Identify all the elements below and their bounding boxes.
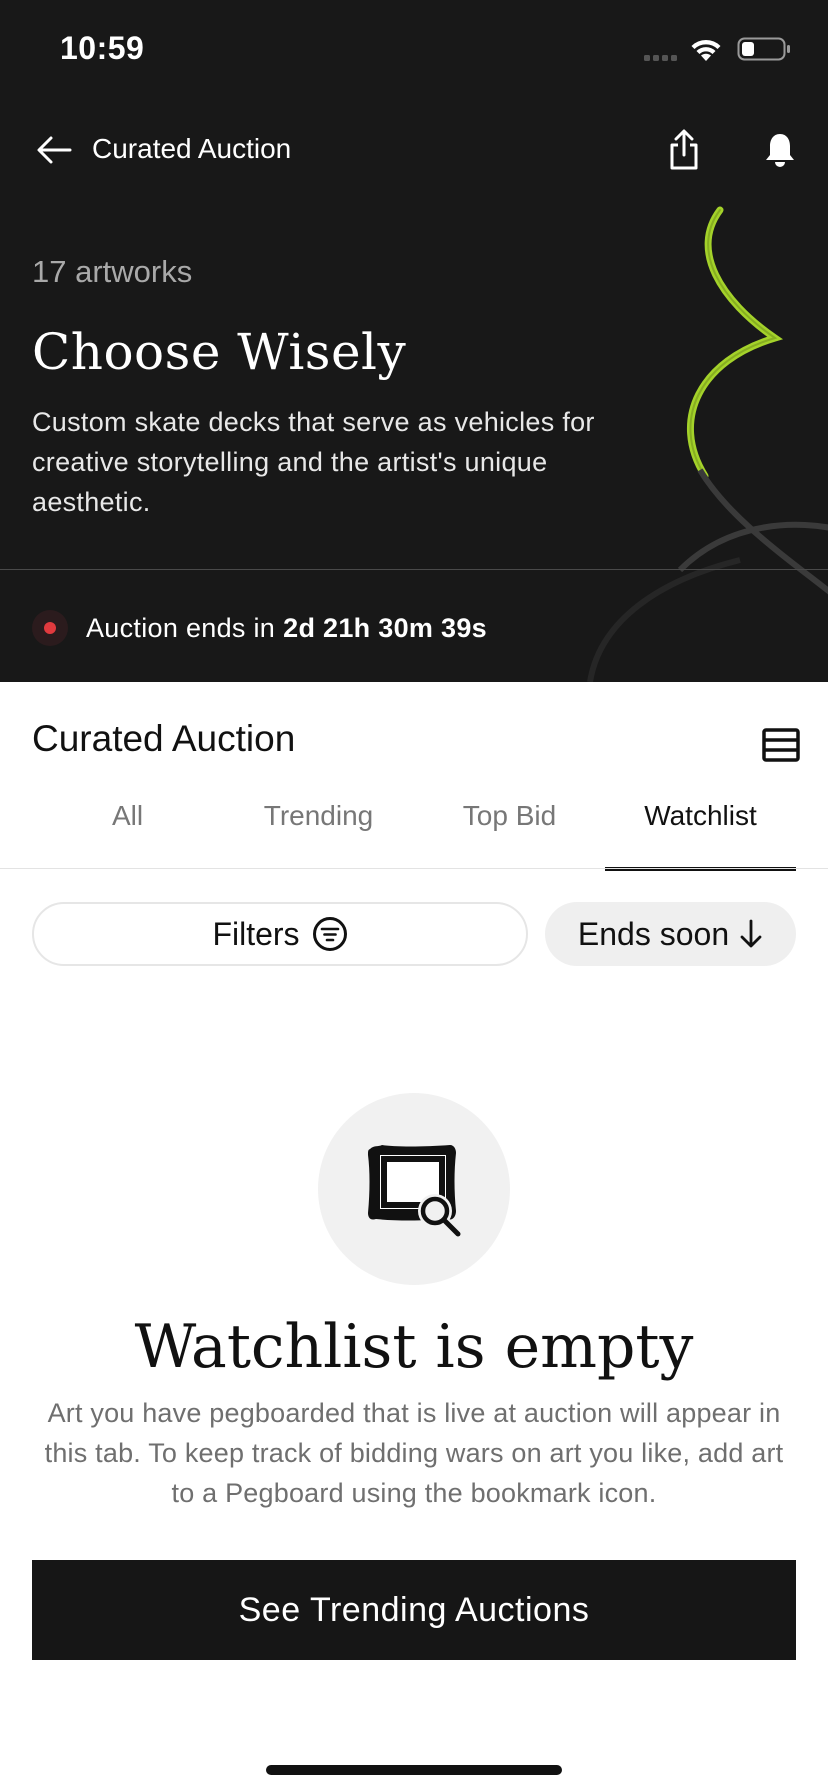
auction-tabs: All Trending Top Bid Watchlist [32, 786, 796, 871]
auction-description: Custom skate decks that serve as vehicle… [32, 407, 595, 517]
nav-title: Curated Auction [92, 133, 292, 164]
nav-bar: Curated Auction [0, 118, 828, 182]
status-time: 10:59 [60, 30, 145, 66]
countdown-label: Auction ends in [86, 612, 276, 643]
arrow-down-icon [740, 919, 762, 948]
signal-icon [644, 55, 677, 61]
arrow-left-icon [37, 136, 72, 164]
sort-button[interactable]: Ends soon [545, 902, 796, 966]
back-button[interactable] [32, 130, 76, 170]
status-icons [644, 37, 790, 61]
notification-button[interactable] [756, 128, 804, 172]
hero-divider [0, 569, 828, 570]
filter-icon [312, 917, 347, 951]
tab-all[interactable]: All [32, 786, 223, 870]
empty-state-title: Watchlist is empty [134, 1312, 694, 1382]
tabs-divider [0, 868, 828, 869]
section-title: Curated Auction [32, 718, 296, 759]
battery-icon [737, 37, 790, 61]
live-dot-icon [32, 610, 68, 646]
share-icon [670, 129, 698, 170]
wifi-icon [691, 39, 721, 61]
empty-state-icon-circle [318, 1093, 510, 1285]
filters-label: Filters [212, 915, 300, 952]
auction-countdown: Auction ends in 2d 21h 30m 39s [32, 604, 487, 652]
frame-search-icon [368, 1145, 461, 1237]
tab-trending[interactable]: Trending [223, 786, 414, 870]
view-toggle-button[interactable] [758, 722, 804, 768]
cta-label: See Trending Auctions [238, 1590, 590, 1629]
tab-top-bid[interactable]: Top Bid [414, 786, 605, 870]
list-view-icon [762, 728, 800, 762]
sort-label: Ends soon [577, 915, 730, 952]
see-trending-auctions-button[interactable]: See Trending Auctions [32, 1560, 796, 1660]
auction-hero: 10:59 Curated Auction 17 artworks Choose… [0, 0, 828, 682]
bell-icon [766, 134, 794, 167]
filters-button[interactable]: Filters [32, 902, 528, 966]
empty-state-body: Art you have pegboarded that is live at … [44, 1398, 784, 1508]
status-bar: 10:59 [0, 0, 828, 100]
countdown-time: 2d 21h 30m 39s [283, 612, 487, 643]
tab-watchlist[interactable]: Watchlist [605, 786, 796, 871]
share-button[interactable] [662, 126, 706, 174]
auction-title: Choose Wisely [32, 323, 407, 381]
home-indicator [266, 1765, 562, 1775]
artwork-count: 17 artworks [32, 254, 193, 289]
